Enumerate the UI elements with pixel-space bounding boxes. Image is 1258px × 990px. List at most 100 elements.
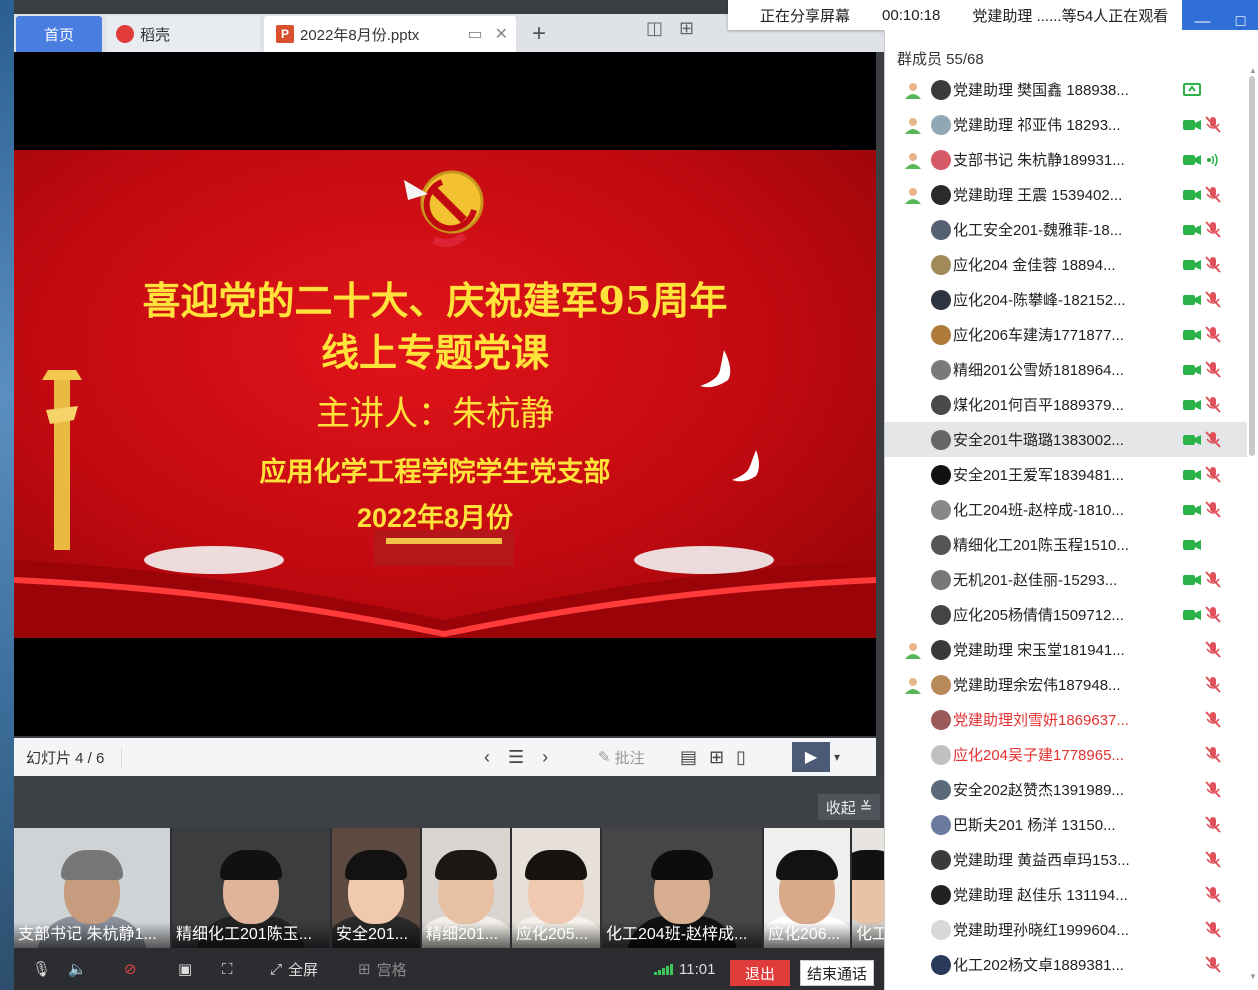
camera-on-icon[interactable] bbox=[1183, 468, 1201, 482]
camera-on-icon[interactable] bbox=[1183, 573, 1201, 587]
camera-on-icon[interactable] bbox=[1183, 608, 1201, 622]
collapse-button[interactable]: 收起 ≚ bbox=[818, 794, 880, 820]
member-row[interactable]: 党建助理 樊国鑫 188938... bbox=[885, 72, 1247, 107]
camera-off-icon[interactable]: ⊘ bbox=[124, 960, 137, 978]
speaker-icon[interactable]: 🔈 bbox=[68, 960, 87, 978]
mic-muted-icon[interactable] bbox=[1205, 255, 1221, 274]
end-call-button[interactable]: 结束通话 bbox=[800, 960, 874, 986]
camera-on-icon[interactable] bbox=[1183, 223, 1201, 237]
play-options-icon[interactable]: ▾ bbox=[834, 750, 840, 764]
presentation-slide[interactable]: 喜迎党的二十大、庆祝建军95周年 线上专题党课 主讲人：朱杭静 应用化学工程学院… bbox=[14, 150, 876, 638]
mic-muted-icon[interactable] bbox=[1205, 920, 1221, 939]
video-thumbnail[interactable]: 精细化工201陈玉... bbox=[172, 828, 330, 948]
member-row[interactable]: 精细201公雪娇1818964... bbox=[885, 352, 1247, 387]
tab-home[interactable]: 首页 bbox=[16, 16, 102, 52]
member-row[interactable]: 安全201牛璐璐1383002... bbox=[885, 422, 1247, 457]
mic-muted-icon[interactable] bbox=[1205, 885, 1221, 904]
member-row[interactable]: 党建助理 祁亚伟 18293... bbox=[885, 107, 1247, 142]
member-row[interactable]: 应化204 金佳蓉 18894... bbox=[885, 247, 1247, 282]
member-row[interactable]: 应化204吴子建1778965... bbox=[885, 737, 1247, 772]
mic-muted-icon[interactable] bbox=[1205, 815, 1221, 834]
scroll-down-icon[interactable]: ▼ bbox=[1249, 972, 1257, 981]
member-row[interactable]: 应化205杨倩倩1509712... bbox=[885, 597, 1247, 632]
video-thumbnail[interactable]: 应化206... bbox=[764, 828, 850, 948]
camera-on-icon[interactable] bbox=[1183, 258, 1201, 272]
camera-on-icon[interactable] bbox=[1183, 363, 1201, 377]
video-thumbnail[interactable]: 安全201... bbox=[332, 828, 420, 948]
mic-muted-icon[interactable] bbox=[1205, 395, 1221, 414]
member-row[interactable]: 无机201-赵佳丽-15293... bbox=[885, 562, 1247, 597]
microphone-icon[interactable]: 🎙 bbox=[32, 960, 51, 978]
camera-on-icon[interactable] bbox=[1183, 118, 1201, 132]
mic-muted-icon[interactable] bbox=[1205, 605, 1221, 624]
mic-muted-icon[interactable] bbox=[1205, 640, 1221, 659]
normal-view-icon[interactable]: ▤ bbox=[680, 747, 697, 768]
mic-muted-icon[interactable] bbox=[1205, 185, 1221, 204]
video-thumbnail[interactable]: 化工 bbox=[852, 828, 884, 948]
grid-view-button[interactable]: ⊞ 宫格 bbox=[358, 959, 407, 980]
mic-muted-icon[interactable] bbox=[1205, 955, 1221, 974]
sorter-view-icon[interactable]: ⊞ bbox=[709, 747, 724, 768]
member-scrollbar[interactable] bbox=[1249, 76, 1255, 456]
grid-apps-icon[interactable]: ⊞ bbox=[679, 18, 694, 39]
mic-muted-icon[interactable] bbox=[1205, 465, 1221, 484]
tab-daoke[interactable]: 稻壳 bbox=[106, 16, 260, 52]
video-thumbnail[interactable]: 支部书记 朱杭静1... bbox=[14, 828, 170, 948]
camera-on-icon[interactable] bbox=[1183, 433, 1201, 447]
mic-muted-icon[interactable] bbox=[1205, 220, 1221, 239]
member-row[interactable]: 支部书记 朱杭静189931... bbox=[885, 142, 1247, 177]
mic-speaking-icon[interactable] bbox=[1205, 151, 1221, 169]
next-slide-icon[interactable]: › bbox=[542, 747, 548, 768]
member-row[interactable]: 党建助理刘雪妍1869637... bbox=[885, 702, 1247, 737]
play-slideshow-button[interactable]: ▶ bbox=[792, 742, 830, 772]
pin-window-icon[interactable]: ▭ bbox=[467, 24, 482, 44]
mic-muted-icon[interactable] bbox=[1205, 780, 1221, 799]
mic-muted-icon[interactable] bbox=[1205, 360, 1221, 379]
member-row[interactable]: 党建助理 黄益西卓玛153... bbox=[885, 842, 1247, 877]
mic-muted-icon[interactable] bbox=[1205, 500, 1221, 519]
fullscreen-button[interactable]: ⤢ 全屏 bbox=[270, 959, 318, 980]
member-row[interactable]: 巴斯夫201 杨洋 13150... bbox=[885, 807, 1247, 842]
member-row[interactable]: 党建助理 赵佳乐 131194... bbox=[885, 877, 1247, 912]
mic-muted-icon[interactable] bbox=[1205, 325, 1221, 344]
close-tab-icon[interactable]: ✕ bbox=[495, 24, 508, 44]
mic-muted-icon[interactable] bbox=[1205, 675, 1221, 694]
mic-muted-icon[interactable] bbox=[1205, 290, 1221, 309]
mic-muted-icon[interactable] bbox=[1205, 850, 1221, 869]
maximize-icon[interactable]: □ bbox=[1236, 13, 1246, 31]
camera-on-icon[interactable] bbox=[1183, 328, 1201, 342]
member-row[interactable]: 应化204-陈攀峰-182152... bbox=[885, 282, 1247, 317]
mic-muted-icon[interactable] bbox=[1205, 115, 1221, 134]
mic-muted-icon[interactable] bbox=[1205, 710, 1221, 729]
member-row[interactable]: 党建助理 宋玉堂181941... bbox=[885, 632, 1247, 667]
member-row[interactable]: 化工安全201-魏雅菲-18... bbox=[885, 212, 1247, 247]
member-row[interactable]: 应化206车建涛1771877... bbox=[885, 317, 1247, 352]
camera-on-icon[interactable] bbox=[1183, 398, 1201, 412]
camera-on-icon[interactable] bbox=[1183, 153, 1201, 167]
video-thumbnail[interactable]: 化工204班-赵梓成... bbox=[602, 828, 762, 948]
exit-button[interactable]: 退出 bbox=[730, 960, 790, 986]
mic-muted-icon[interactable] bbox=[1205, 745, 1221, 764]
whiteboard-icon[interactable]: ⛶ bbox=[222, 961, 233, 978]
prev-slide-icon[interactable]: ‹ bbox=[484, 747, 490, 768]
reading-view-icon[interactable]: ▯ bbox=[736, 747, 746, 768]
minimize-icon[interactable]: — bbox=[1195, 13, 1211, 31]
mic-muted-icon[interactable] bbox=[1205, 570, 1221, 589]
screen-share-icon[interactable]: ▣ bbox=[178, 960, 192, 978]
camera-on-icon[interactable] bbox=[1183, 293, 1201, 307]
mic-muted-icon[interactable] bbox=[1205, 430, 1221, 449]
member-row[interactable]: 精细化工201陈玉程1510... bbox=[885, 527, 1247, 562]
split-view-icon[interactable]: ◫ bbox=[646, 18, 663, 39]
scroll-up-icon[interactable]: ▲ bbox=[1249, 66, 1257, 75]
slide-list-icon[interactable]: ☰ bbox=[508, 747, 524, 768]
camera-on-icon[interactable] bbox=[1183, 503, 1201, 517]
member-row[interactable]: 安全201王爱军1839481... bbox=[885, 457, 1247, 492]
camera-on-icon[interactable] bbox=[1183, 188, 1201, 202]
member-row[interactable]: 化工204班-赵梓成-1810... bbox=[885, 492, 1247, 527]
member-row[interactable]: 党建助理余宏伟187948... bbox=[885, 667, 1247, 702]
member-row[interactable]: 化工202杨文卓1889381... bbox=[885, 947, 1247, 982]
member-row[interactable]: 党建助理 王震 1539402... bbox=[885, 177, 1247, 212]
add-tab-button[interactable]: + bbox=[526, 16, 552, 52]
screen-share-icon[interactable] bbox=[1183, 82, 1201, 97]
tab-pptx-file[interactable]: P 2022年8月份.pptx ▭ ✕ bbox=[264, 16, 516, 52]
